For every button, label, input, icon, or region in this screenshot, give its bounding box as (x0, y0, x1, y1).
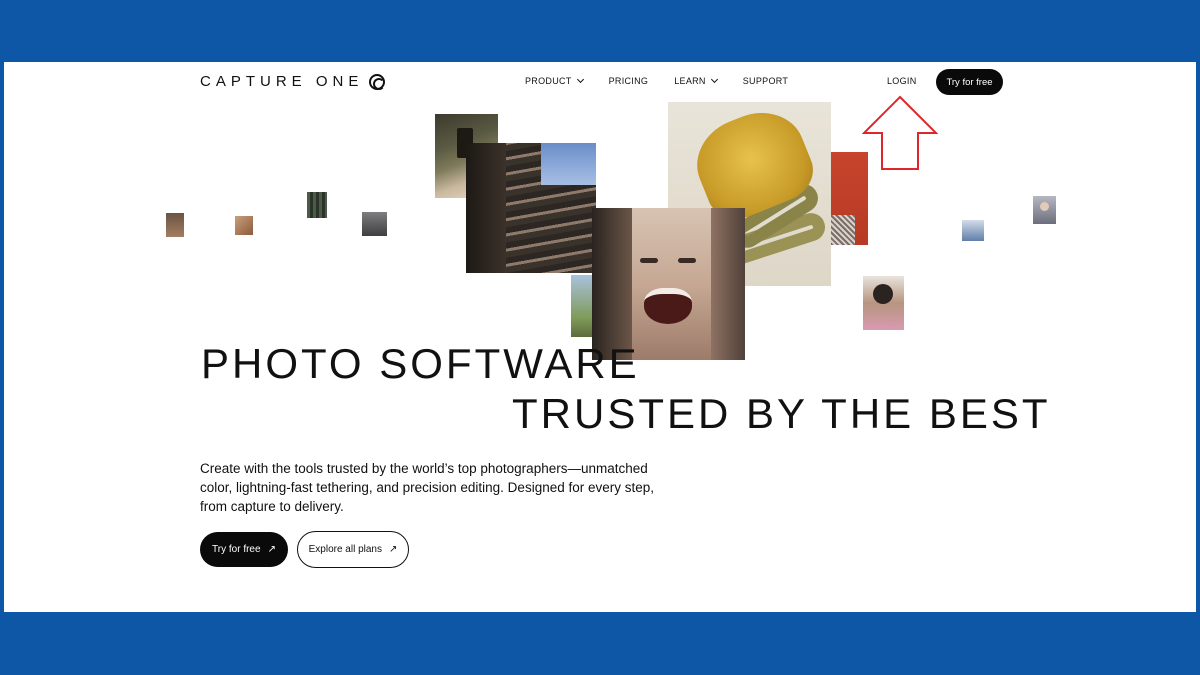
hero-description: Create with the tools trusted by the wor… (200, 461, 655, 514)
webpage: CAPTURE ONE PRODUCT PRICING LEARN SUPPOR… (4, 62, 1196, 612)
nav-item-product[interactable]: PRODUCT (525, 75, 584, 86)
nav-label: LEARN (674, 76, 706, 86)
button-label: Explore all plans (308, 544, 382, 555)
photo-laughing-woman (592, 208, 745, 360)
capture-one-logo[interactable]: CAPTURE ONE (200, 73, 386, 90)
nav-label: SUPPORT (742, 76, 789, 86)
button-label: Try for free (212, 544, 261, 555)
try-for-free-button[interactable]: Try for free ↗ (200, 532, 288, 567)
logo-mark-icon (369, 73, 386, 90)
main-nav: PRODUCT PRICING LEARN SUPPORT (525, 75, 788, 86)
annotation-arrow-icon (862, 95, 938, 170)
photo-building (466, 143, 596, 273)
chevron-down-icon (576, 75, 584, 84)
login-link[interactable]: LOGIN (887, 76, 917, 86)
photo-red-wall (831, 152, 868, 245)
photo-thumbnail (235, 216, 253, 235)
logo-text: CAPTURE ONE (200, 73, 364, 90)
photo-thumbnail (1033, 196, 1056, 224)
explore-all-plans-button[interactable]: Explore all plans ↗ (297, 531, 409, 568)
arrow-up-right-icon: ↗ (388, 543, 398, 555)
nav-label: PRICING (608, 76, 649, 86)
photo-thumbnail (962, 220, 984, 241)
hero-title-line-1: PHOTO SOFTWARE (201, 340, 640, 387)
photo-thumbnail (166, 213, 184, 237)
nav-item-learn[interactable]: LEARN (674, 75, 718, 86)
chevron-down-icon (710, 75, 718, 84)
photo-landscape (571, 275, 593, 337)
nav-item-pricing[interactable]: PRICING (609, 76, 649, 86)
hero-title-line-2: TRUSTED BY THE BEST (512, 390, 1051, 437)
photo-portrait-pink (863, 276, 904, 330)
nav-label: PRODUCT (525, 76, 572, 86)
arrow-up-right-icon: ↗ (267, 543, 276, 555)
nav-item-support[interactable]: SUPPORT (743, 76, 788, 86)
header-try-for-free-button[interactable]: Try for free (936, 69, 1003, 95)
photo-thumbnail (362, 212, 387, 236)
photo-thumbnail (307, 192, 327, 218)
